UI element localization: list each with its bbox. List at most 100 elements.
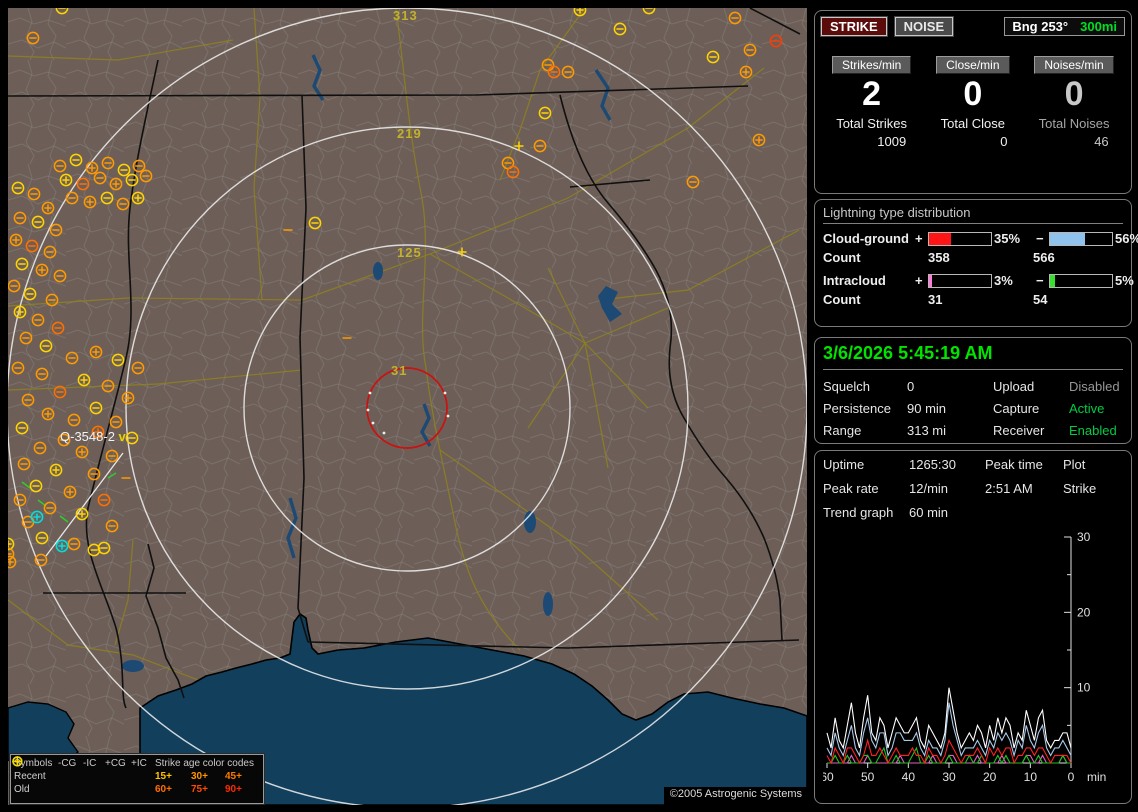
age-90: 90+ [225,784,242,795]
trend-graph-value: 60 min [909,505,949,520]
svg-text:min: min [1087,770,1106,784]
datetime-display: 3/6/2026 5:45:19 AM [823,343,1123,370]
intracloud-row: Intracloud + 3% − 5% [823,273,1134,288]
upload-status: Disabled [1069,379,1120,394]
strikes-column: Strikes/min 2 Total Strikes 1009 [821,56,922,149]
uptime-label: Uptime [823,457,865,472]
strikes-rate: 2 [862,75,882,113]
close-rate: 0 [963,75,983,113]
total-strikes-label: Total Strikes [836,116,908,131]
ic-minus-count: 54 [1033,292,1048,307]
svg-text:40: 40 [902,770,916,784]
range-label: Range [823,423,862,438]
legend-age-header: Strike age color codes [155,758,254,769]
cell-trend-flag: v [118,429,126,444]
app-window: 313 219 125 31 Q-3548-2 v Symbols -CG -I… [0,0,1138,812]
squelch-label: Squelch [823,379,870,394]
cg-count-row: Count 358 566 [823,250,1123,265]
noise-toggle-button[interactable]: NOISE [894,17,954,36]
age-15: 15+ [155,771,172,782]
strike-toggle-button[interactable]: STRIKE [821,17,887,36]
svg-text:20: 20 [983,770,997,784]
ic-minus-old-icon [13,760,99,796]
legend-col-cg-minus: -CG [58,758,77,769]
cloud-ground-row: Cloud-ground + 35% − 56% [823,231,1138,246]
total-close-label: Total Close [940,116,1005,131]
storm-cell-label[interactable]: Q-3548-2 v [60,429,126,444]
ic-plus-old-icon [13,757,147,796]
cg-minus-old-icon [12,756,74,796]
close-per-min-button[interactable]: Close/min [936,56,1010,74]
svg-text:30: 30 [942,770,956,784]
peak-rate-label: Peak rate [823,481,879,496]
status-row: Range 313 mi Receiver Enabled [823,423,1123,438]
stats-row: Peak rate 12/min 2:51 AM Strike [823,481,1123,496]
ic-plus-recent-icon [13,757,147,783]
minus-sign: − [1036,273,1044,288]
ring-label-219: 219 [397,126,422,141]
distribution-title: Lightning type distribution [823,205,1123,224]
distribution-panel: Lightning type distribution Cloud-ground… [814,199,1138,327]
noises-rate: 0 [1064,75,1084,113]
cloud-ground-label: Cloud-ground [823,231,909,246]
legend-row-old: Old [14,784,30,795]
svg-text:60: 60 [823,770,834,784]
bearing-value: Bng 253° [1012,19,1069,34]
receiver-label: Receiver [993,423,1045,438]
capture-label: Capture [993,401,1040,416]
total-strikes-value: 1009 [877,134,907,149]
persistence-label: Persistence [823,401,891,416]
noises-per-min-button[interactable]: Noises/min [1034,56,1114,74]
svg-text:20: 20 [1077,605,1091,619]
age-30: 30+ [191,771,208,782]
total-noises-label: Total Noises [1038,116,1110,131]
ic-minus-recent-icon [13,760,99,783]
status-row: Squelch 0 Upload Disabled [823,379,1123,394]
cg-plus-pct: 35% [994,231,1021,246]
noises-column: Noises/min 0 Total Noises 46 [1023,56,1124,149]
symbols-legend: Symbols -CG -IC +CG +IC Strike age color… [10,754,264,804]
ring-label-313: 313 [393,8,418,23]
ring-label-125: 125 [397,245,422,260]
age-60: 60+ [155,784,172,795]
capture-status: Active [1069,401,1105,416]
squelch-value: 0 [907,379,915,394]
status-row: Persistence 90 min Capture Active [823,401,1123,416]
close-column: Close/min 0 Total Close 0 [922,56,1023,149]
legend-col-cg-plus: +CG [105,758,126,769]
plus-sign: + [915,273,923,288]
svg-text:10: 10 [1024,770,1038,784]
cg-plus-recent-icon [12,756,121,783]
age-75: 75+ [191,784,208,795]
receiver-status: Enabled [1069,423,1117,438]
peak-time-label: Peak time [985,457,1043,472]
cg-minus-bar [1049,231,1113,246]
minus-sign: − [1036,231,1044,246]
ic-minus-pct: 5% [1115,273,1134,288]
trend-graph: 10 20 30 60 50 40 30 20 10 0 min [823,529,1125,787]
upload-label: Upload [993,379,1035,394]
intracloud-label: Intracloud [823,273,886,288]
plus-sign: + [915,231,923,246]
bearing-readout: Bng 253° 300mi [1004,17,1125,36]
ic-count-row: Count 31 54 [823,292,1123,307]
trend-graph-label: Trend graph [823,505,894,520]
peak-rate-value: 12/min [909,481,949,496]
cg-plus-count: 358 [928,250,950,265]
count-label: Count [823,292,861,307]
cg-minus-count: 566 [1033,250,1055,265]
cg-minus-pct: 56% [1115,231,1138,246]
status-panel: 3/6/2026 5:45:19 AM Squelch 0 Upload Dis… [814,337,1132,444]
copyright: ©2005 Astrogenic Systems [663,787,807,805]
uptime-value: 1265:30 [909,457,956,472]
strikes-per-min-button[interactable]: Strikes/min [831,56,912,74]
svg-text:0: 0 [1068,770,1075,784]
ic-plus-count: 31 [928,292,943,307]
peak-time-value: 2:51 AM [985,481,1033,496]
plot-label: Plot [1063,457,1086,472]
small-lake [373,262,383,280]
total-close-value: 0 [1000,134,1008,149]
lightning-map[interactable]: 313 219 125 31 Q-3548-2 v Symbols -CG -I… [8,8,807,805]
legend-col-ic-minus: -IC [83,758,97,769]
ic-plus-bar [928,273,992,288]
